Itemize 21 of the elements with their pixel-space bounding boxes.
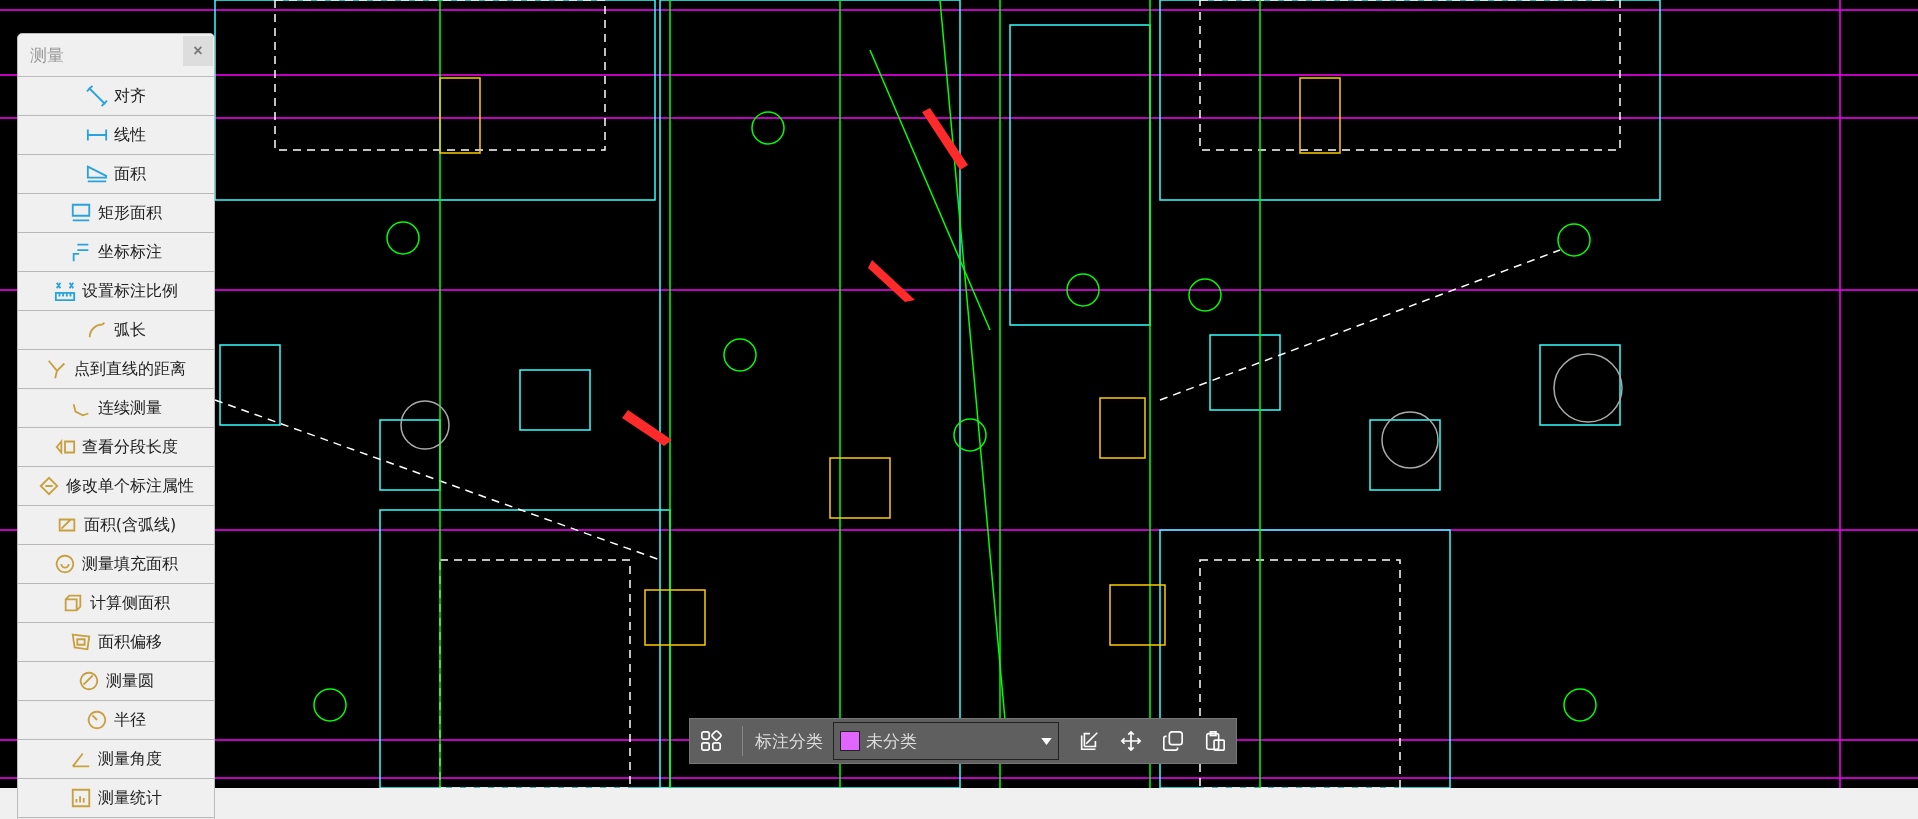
edit-icon[interactable] bbox=[1078, 730, 1101, 752]
tool-icon bbox=[86, 85, 108, 107]
grid-icon[interactable] bbox=[700, 730, 722, 752]
copy-icon[interactable] bbox=[1162, 730, 1185, 752]
caret-icon bbox=[1040, 737, 1052, 745]
panel-title: 测量 bbox=[30, 43, 64, 67]
tool-icon bbox=[46, 358, 68, 380]
move-icon[interactable] bbox=[1120, 730, 1143, 752]
tool-icon bbox=[70, 787, 92, 809]
toolbar-label: 标注分类 bbox=[754, 729, 823, 753]
category-dropdown[interactable]: 未分类 bbox=[832, 722, 1059, 760]
tool-icon bbox=[54, 553, 76, 575]
tool-icon bbox=[70, 631, 92, 653]
tool-icon bbox=[70, 202, 92, 224]
tool-icon bbox=[54, 280, 76, 302]
tool-icon bbox=[62, 592, 84, 614]
tool-icon bbox=[38, 475, 60, 497]
paste-icon[interactable] bbox=[1203, 730, 1226, 752]
tool-icon bbox=[78, 670, 100, 692]
tool-icon bbox=[86, 709, 108, 731]
tool-icon bbox=[86, 163, 108, 185]
